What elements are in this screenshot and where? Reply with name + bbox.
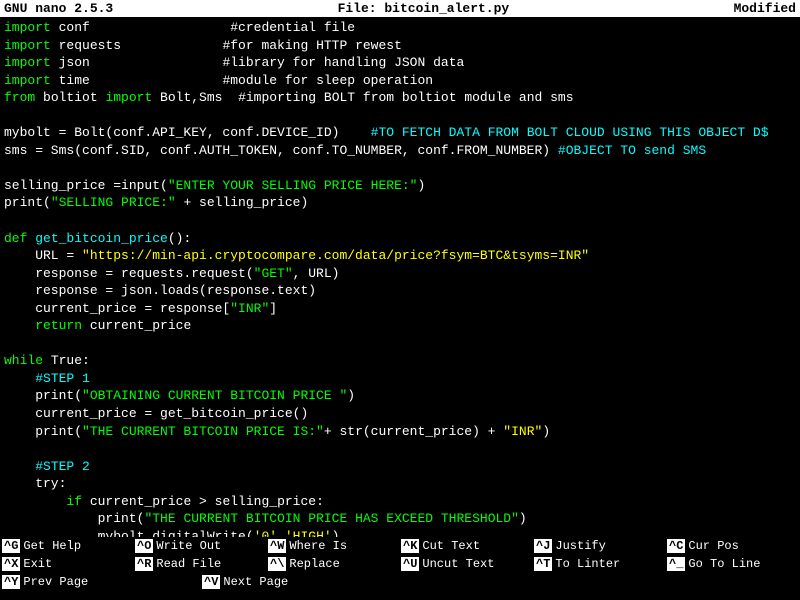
shortcut-get-help[interactable]: ^G Get Help [0, 538, 133, 554]
shortcut-row-1: ^G Get Help ^O Write Out ^W Where Is ^K … [0, 537, 800, 555]
shortcut-to-linter[interactable]: ^T To Linter [532, 556, 665, 572]
status-bar: ^G Get Help ^O Write Out ^W Where Is ^K … [0, 537, 800, 595]
editor-area[interactable]: import conf #credential file import requ… [0, 17, 800, 537]
shortcut-prev-page[interactable]: ^Y Prev Page [0, 574, 200, 590]
shortcut-go-to-line[interactable]: ^_ Go To Line [665, 556, 798, 572]
shortcut-write-out[interactable]: ^O Write Out [133, 538, 266, 554]
shortcut-cut-text[interactable]: ^K Cut Text [399, 538, 532, 554]
shortcut-row-3: ^Y Prev Page ^V Next Page [0, 573, 800, 591]
shortcut-read-file[interactable]: ^R Read File [133, 556, 266, 572]
app-title: GNU nano 2.5.3 [4, 1, 113, 16]
modified-status: Modified [734, 1, 796, 16]
file-name: File: bitcoin_alert.py [338, 1, 510, 16]
title-bar: GNU nano 2.5.3 File: bitcoin_alert.py Mo… [0, 0, 800, 17]
shortcut-cur-pos[interactable]: ^C Cur Pos [665, 538, 798, 554]
shortcut-uncut-text[interactable]: ^U Uncut Text [399, 556, 532, 572]
shortcut-replace[interactable]: ^\ Replace [266, 556, 399, 572]
shortcut-exit[interactable]: ^X Exit [0, 556, 133, 572]
shortcut-row-2: ^X Exit ^R Read File ^\ Replace ^U Uncut… [0, 555, 800, 573]
shortcut-next-page[interactable]: ^V Next Page [200, 574, 400, 590]
shortcut-justify[interactable]: ^J Justify [532, 538, 665, 554]
shortcut-where-is[interactable]: ^W Where Is [266, 538, 399, 554]
